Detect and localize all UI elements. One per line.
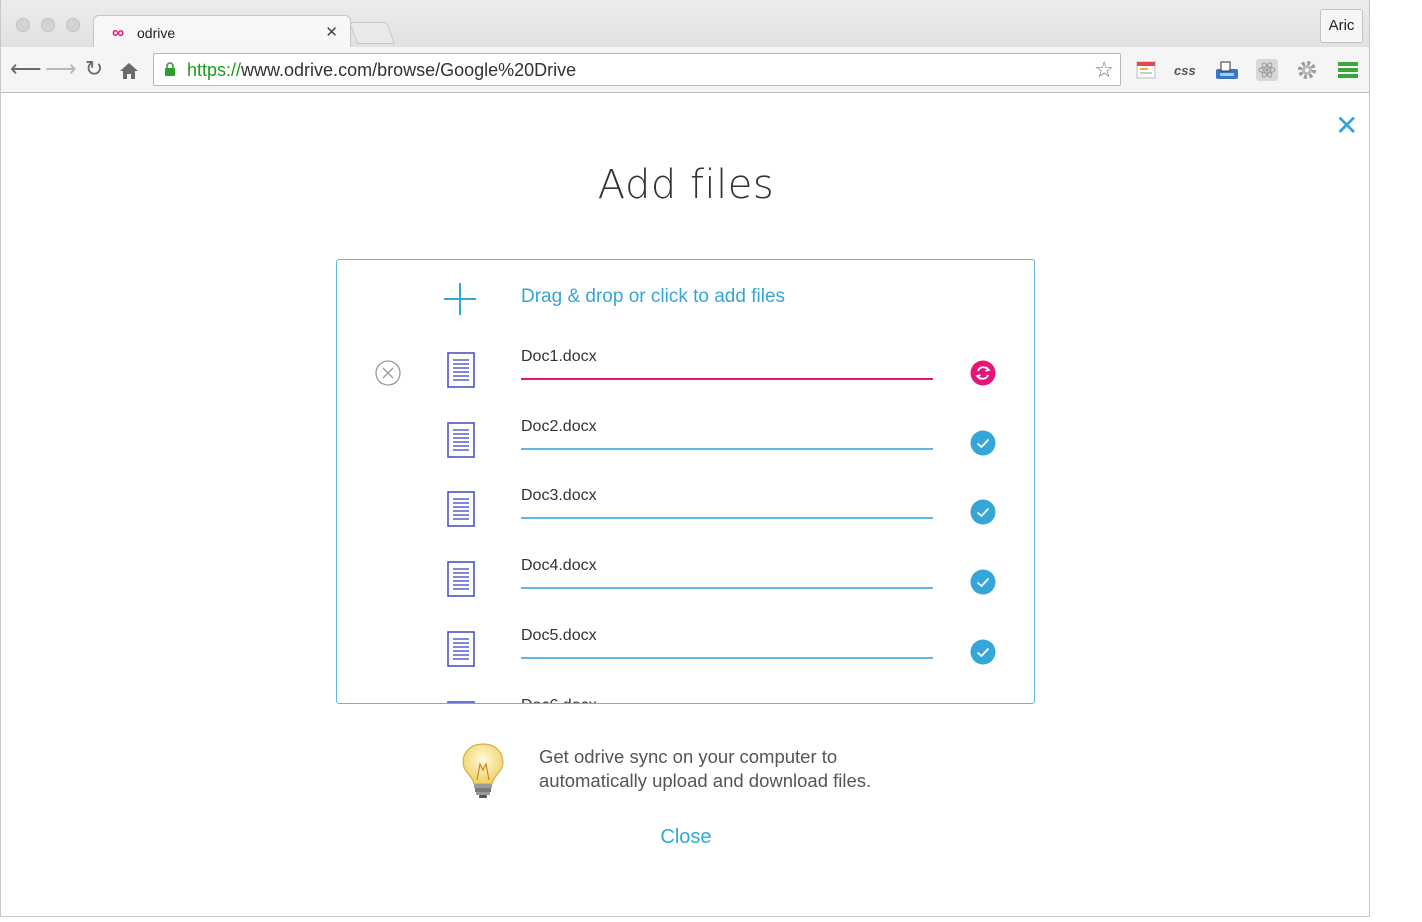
file-drop-zone[interactable]: Drag & drop or click to add files Doc1.d… [336, 259, 1035, 704]
odrive-logo-icon: ∞ [112, 23, 124, 42]
file-row: Doc6.docx [337, 695, 1034, 704]
file-row: Doc5.docx [337, 625, 1034, 695]
document-icon [447, 352, 475, 388]
file-name[interactable]: Doc1.docx [521, 348, 597, 366]
bookmark-star-icon[interactable]: ☆ [1094, 57, 1114, 83]
browser-window: ∞ odrive ✕ Aric ⟵ ⟶ ↻ https://www.odrive… [0, 0, 1370, 917]
lock-icon [165, 62, 175, 76]
file-row: Doc1.docx [337, 346, 1034, 416]
page-content: ✕ Add files Drag & drop or click to add … [1, 94, 1369, 916]
checkmark-icon [970, 569, 996, 595]
file-row: Doc4.docx [337, 555, 1034, 625]
tab-close-icon[interactable]: ✕ [325, 23, 338, 41]
browser-tab[interactable]: ∞ odrive ✕ [93, 15, 351, 48]
file-row: Doc3.docx [337, 485, 1034, 555]
tab-title: odrive [137, 25, 176, 41]
plus-icon[interactable] [443, 282, 477, 316]
syncing-icon [970, 360, 996, 386]
browser-toolbar: ⟵ ⟶ ↻ https://www.odrive.com/browse/Goog… [1, 47, 1369, 93]
profile-button[interactable]: Aric [1320, 9, 1363, 43]
file-name[interactable]: Doc6.docx [521, 697, 597, 704]
tab-strip: ∞ odrive ✕ Aric [1, 0, 1369, 48]
css-extension-icon[interactable]: css [1173, 59, 1199, 81]
progress-underline [521, 378, 933, 380]
home-icon[interactable] [119, 61, 139, 81]
file-name[interactable]: Doc4.docx [521, 557, 597, 575]
new-tab-button[interactable] [348, 22, 396, 44]
progress-underline [521, 447, 933, 450]
minimize-window-button[interactable] [41, 18, 55, 32]
document-icon [447, 421, 475, 458]
pocket-extension-icon[interactable] [1135, 59, 1157, 81]
address-bar[interactable]: https://www.odrive.com/browse/Google%20D… [153, 53, 1121, 86]
forward-arrow-icon[interactable]: ⟶ [45, 56, 77, 82]
print-extension-icon[interactable] [1214, 59, 1240, 81]
back-arrow-icon[interactable]: ⟵ [10, 56, 42, 82]
checkmark-icon [970, 639, 996, 665]
menu-icon[interactable] [1337, 59, 1359, 81]
svg-text:css: css [1174, 63, 1196, 78]
remove-file-icon[interactable] [375, 360, 401, 386]
file-name[interactable]: Doc3.docx [521, 487, 597, 505]
checkmark-icon [970, 499, 996, 525]
close-button[interactable]: Close [1, 826, 1369, 849]
document-icon [447, 561, 475, 597]
page-title: Add files [597, 162, 775, 208]
settings-extension-icon[interactable] [1296, 59, 1318, 81]
checkmark-icon [970, 430, 996, 456]
close-dialog-icon[interactable]: ✕ [1335, 112, 1358, 140]
zoom-window-button[interactable] [66, 18, 80, 32]
progress-underline [521, 587, 933, 590]
lightbulb-icon [462, 743, 504, 798]
reload-icon[interactable]: ↻ [81, 56, 107, 82]
progress-underline [521, 656, 933, 659]
document-icon [447, 630, 475, 667]
document-icon [447, 700, 475, 703]
progress-underline [521, 517, 933, 520]
react-extension-icon[interactable] [1256, 59, 1278, 81]
close-window-button[interactable] [16, 18, 30, 32]
url-text: https://www.odrive.com/browse/Google%20D… [187, 60, 577, 80]
add-files-label[interactable]: Drag & drop or click to add files [521, 286, 785, 308]
file-name[interactable]: Doc2.docx [521, 418, 597, 436]
document-icon [447, 491, 475, 528]
file-row: Doc2.docx [337, 416, 1034, 486]
sync-tip-text: Get odrive sync on your computer to auto… [539, 746, 872, 791]
file-name[interactable]: Doc5.docx [521, 627, 597, 645]
